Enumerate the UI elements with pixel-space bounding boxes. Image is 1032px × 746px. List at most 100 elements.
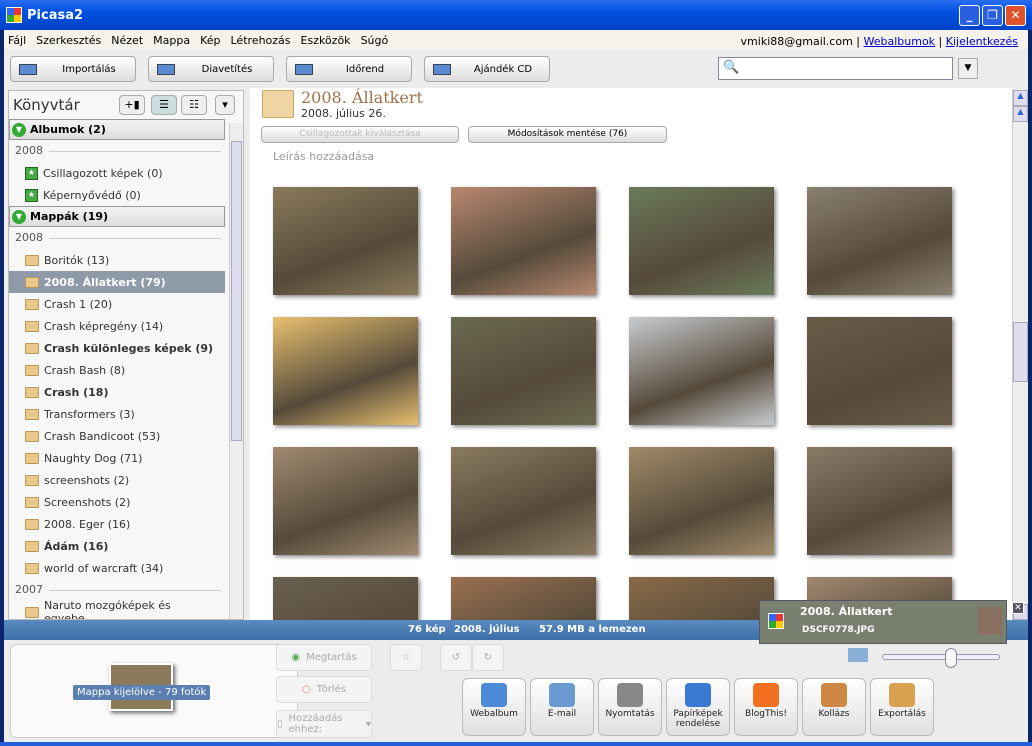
maximize-button[interactable]: ❐ — [982, 5, 1003, 26]
tree-view-button[interactable]: ☷ — [181, 95, 207, 115]
minimize-button[interactable]: _ — [959, 5, 980, 26]
gift-cd-button[interactable]: Ajándék CD — [424, 56, 550, 82]
folder-icon — [25, 518, 39, 530]
folder-item[interactable]: 2008. Eger (16) — [9, 513, 225, 535]
folder-item[interactable]: Naughty Dog (71) — [9, 447, 225, 469]
photo-thumbnail[interactable] — [807, 447, 952, 555]
search-dropdown-button[interactable]: ▼ — [958, 58, 978, 79]
folder-item[interactable]: Crash képregény (14) — [9, 315, 225, 337]
folder-item[interactable]: Boritók (13) — [9, 249, 225, 271]
photo-thumbnail[interactable] — [629, 447, 774, 555]
scroll-up-arrow[interactable]: ▲ — [1013, 106, 1028, 122]
folder-item[interactable]: Ádám (16) — [9, 535, 225, 557]
action-button-4[interactable]: BlogThis! — [734, 678, 798, 736]
scroll-up-arrow[interactable]: ▲ — [1013, 90, 1028, 106]
folder-item[interactable]: Crash Bash (8) — [9, 359, 225, 381]
folder-icon — [25, 430, 39, 442]
photo-thumbnail[interactable] — [629, 317, 774, 425]
folder-item[interactable]: Crash 1 (20) — [9, 293, 225, 315]
photo-thumbnail[interactable] — [273, 577, 418, 620]
folder-item[interactable]: Crash (18) — [9, 381, 225, 403]
logout-link[interactable]: Kijelentkezés — [946, 35, 1018, 48]
action-icon — [821, 683, 847, 707]
photo-thumbnail[interactable] — [629, 187, 774, 295]
close-button[interactable]: ✕ — [1005, 5, 1026, 26]
flat-view-button[interactable]: ☰ — [151, 95, 177, 115]
photo-thumbnail[interactable] — [451, 187, 596, 295]
folder-item[interactable]: world of warcraft (34) — [9, 557, 225, 579]
menu-view[interactable]: Nézet — [111, 34, 143, 47]
action-button-2[interactable]: Nyomtatás — [598, 678, 662, 736]
rotate-left-icon: ↺ — [451, 652, 461, 663]
folder-item[interactable]: screenshots (2) — [9, 469, 225, 491]
star-button[interactable]: ☆ — [390, 644, 422, 671]
menu-edit[interactable]: Szerkesztés — [36, 34, 101, 47]
timeline-button[interactable]: Időrend — [286, 56, 412, 82]
scroll-thumb[interactable] — [231, 141, 242, 441]
thumbnail-size-slider[interactable] — [882, 648, 1000, 668]
menu-tools[interactable]: Eszközök — [301, 34, 351, 47]
star-album-icon: ★ — [25, 188, 38, 202]
library-menu-button[interactable]: ▾ — [215, 95, 235, 115]
select-starred-button[interactable]: Csillagozottak kiválasztása — [261, 126, 459, 143]
webalbums-link[interactable]: Webalbumok — [864, 35, 936, 48]
menu-create[interactable]: Létrehozás — [231, 34, 291, 47]
library-title: Könyvtár — [13, 96, 80, 114]
hold-button[interactable]: ◉ Megtartás — [276, 644, 372, 671]
photo-scrollbar[interactable]: ▲ ▲ ▼ — [1012, 90, 1028, 620]
add-description[interactable]: Leírás hozzáadása — [273, 150, 374, 163]
library-scrollbar[interactable] — [229, 123, 243, 619]
action-icon — [549, 683, 575, 707]
import-button[interactable]: Importálás — [10, 56, 136, 82]
folders-section-header[interactable]: ▼ Mappák (19) — [9, 206, 225, 227]
photo-thumbnail[interactable] — [451, 447, 596, 555]
folder-icon — [25, 540, 39, 552]
disk-size: 57.9 MB a lemezen — [539, 624, 646, 635]
folder-item[interactable]: Screenshots (2) — [9, 491, 225, 513]
year-divider: 2007 — [9, 579, 225, 601]
menu-file[interactable]: Fájl — [8, 34, 26, 47]
album-item[interactable]: ★ Képernyővédő (0) — [9, 184, 225, 206]
action-button-5[interactable]: Kollázs — [802, 678, 866, 736]
folder-item[interactable]: Naruto mozgóképek és egyebe... — [9, 599, 225, 619]
folder-title[interactable]: 2008. Állatkert — [301, 88, 423, 107]
photo-thumbnail[interactable] — [273, 187, 418, 295]
photo-thumbnail[interactable] — [273, 447, 418, 555]
photo-thumbnail[interactable] — [451, 317, 596, 425]
photo-thumbnail[interactable] — [273, 317, 418, 425]
add-album-button[interactable]: +▮ — [119, 95, 145, 115]
search-input[interactable]: 🔍 — [718, 57, 953, 80]
action-button-0[interactable]: Webalbum — [462, 678, 526, 736]
slider-knob[interactable] — [945, 648, 958, 668]
folder-item[interactable]: Crash különleges képek (9) — [9, 337, 225, 359]
folder-icon — [25, 562, 39, 574]
slideshow-button[interactable]: Diavetítés — [148, 56, 274, 82]
scroll-thumb[interactable] — [1013, 322, 1028, 382]
folder-item[interactable]: 2008. Állatkert (79) — [9, 271, 225, 293]
clear-button[interactable]: ○ Törlés — [276, 676, 372, 703]
add-to-button[interactable]: ▯ Hozzáadás ehhez: ▾ — [276, 710, 372, 738]
photo-thumbnail[interactable] — [807, 187, 952, 295]
menu-picture[interactable]: Kép — [200, 34, 220, 47]
action-icon — [481, 683, 507, 707]
action-button-3[interactable]: Papírképek rendelése — [666, 678, 730, 736]
action-button-1[interactable]: E-mail — [530, 678, 594, 736]
folder-item[interactable]: Crash Bandicoot (53) — [9, 425, 225, 447]
album-item[interactable]: ★ Csillagozott képek (0) — [9, 162, 225, 184]
photo-thumbnail[interactable] — [451, 577, 596, 620]
save-changes-button[interactable]: Módosítások mentése (76) — [468, 126, 667, 143]
photo-thumbnail[interactable] — [807, 317, 952, 425]
action-button-6[interactable]: Exportálás — [870, 678, 934, 736]
notification-close-button[interactable]: ✕ — [1012, 602, 1024, 614]
albums-section-header[interactable]: ▼ Albumok (2) — [9, 119, 225, 140]
rotate-right-button[interactable]: ↻ — [472, 644, 504, 671]
rotate-left-button[interactable]: ↺ — [440, 644, 472, 671]
folder-item[interactable]: Transformers (3) — [9, 403, 225, 425]
hold-icon: ◉ — [291, 652, 301, 663]
photo-tray: Mappa kijelölve - 79 fotók — [10, 644, 298, 738]
photo-thumbnail[interactable] — [629, 577, 774, 620]
menu-folder[interactable]: Mappa — [153, 34, 190, 47]
menu-help[interactable]: Súgó — [361, 34, 389, 47]
folder-icon — [25, 320, 39, 332]
folder-icon — [25, 408, 39, 420]
